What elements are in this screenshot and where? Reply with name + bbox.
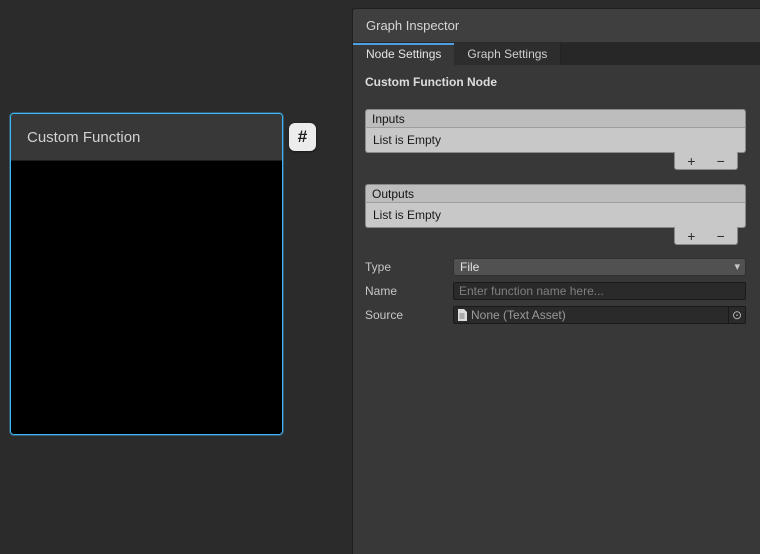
inputs-add-button[interactable]: + [678, 153, 704, 169]
tab-node-settings-label: Node Settings [366, 47, 441, 61]
type-dropdown-value: File [460, 260, 479, 274]
source-row: Source None (Text Asset) ⊙ [365, 306, 746, 324]
object-picker-button[interactable]: ⊙ [728, 307, 745, 323]
inputs-list: Inputs List is Empty + − [365, 109, 746, 170]
outputs-add-button[interactable]: + [678, 228, 704, 244]
outputs-remove-button[interactable]: − [708, 228, 734, 244]
custom-function-node[interactable]: Custom Function [10, 113, 283, 435]
node-header[interactable]: Custom Function [11, 114, 282, 161]
outputs-list-footer: + − [674, 227, 738, 245]
graph-inspector-panel: Graph Inspector Node Settings Graph Sett… [352, 8, 760, 554]
hash-badge[interactable]: # [289, 123, 316, 151]
outputs-list-empty-row: List is Empty [365, 203, 746, 228]
inputs-remove-button[interactable]: − [708, 153, 734, 169]
type-label: Type [365, 260, 453, 274]
outputs-list-header: Outputs [365, 184, 746, 203]
source-object-field[interactable]: None (Text Asset) ⊙ [453, 306, 746, 324]
function-name-input[interactable] [453, 282, 746, 300]
node-settings-form: Type File ▾ Name Source [365, 258, 746, 324]
node-preview-body [11, 162, 282, 434]
source-label: Source [365, 308, 453, 322]
tab-graph-settings-label: Graph Settings [467, 47, 547, 61]
object-picker-icon: ⊙ [732, 308, 742, 322]
inputs-list-header: Inputs [365, 109, 746, 128]
tab-node-settings[interactable]: Node Settings [353, 43, 454, 65]
type-row: Type File ▾ [365, 258, 746, 276]
chevron-down-icon: ▾ [734, 260, 740, 275]
name-row: Name [365, 282, 746, 300]
text-asset-icon [457, 309, 467, 321]
inspector-tabbar: Node Settings Graph Settings [353, 43, 760, 65]
outputs-list: Outputs List is Empty + − [365, 184, 746, 245]
hash-icon: # [298, 127, 307, 147]
section-title: Custom Function Node [365, 75, 746, 89]
inspector-content: Custom Function Node Inputs List is Empt… [353, 75, 760, 324]
inspector-title: Graph Inspector [366, 18, 459, 33]
node-title: Custom Function [27, 129, 140, 146]
name-label: Name [365, 284, 453, 298]
source-object-value: None (Text Asset) [471, 308, 728, 322]
inputs-list-empty-row: List is Empty [365, 128, 746, 153]
inspector-title-bar[interactable]: Graph Inspector [353, 9, 760, 43]
inputs-list-footer: + − [674, 152, 738, 170]
tab-graph-settings[interactable]: Graph Settings [454, 43, 561, 65]
type-dropdown[interactable]: File ▾ [453, 258, 746, 276]
